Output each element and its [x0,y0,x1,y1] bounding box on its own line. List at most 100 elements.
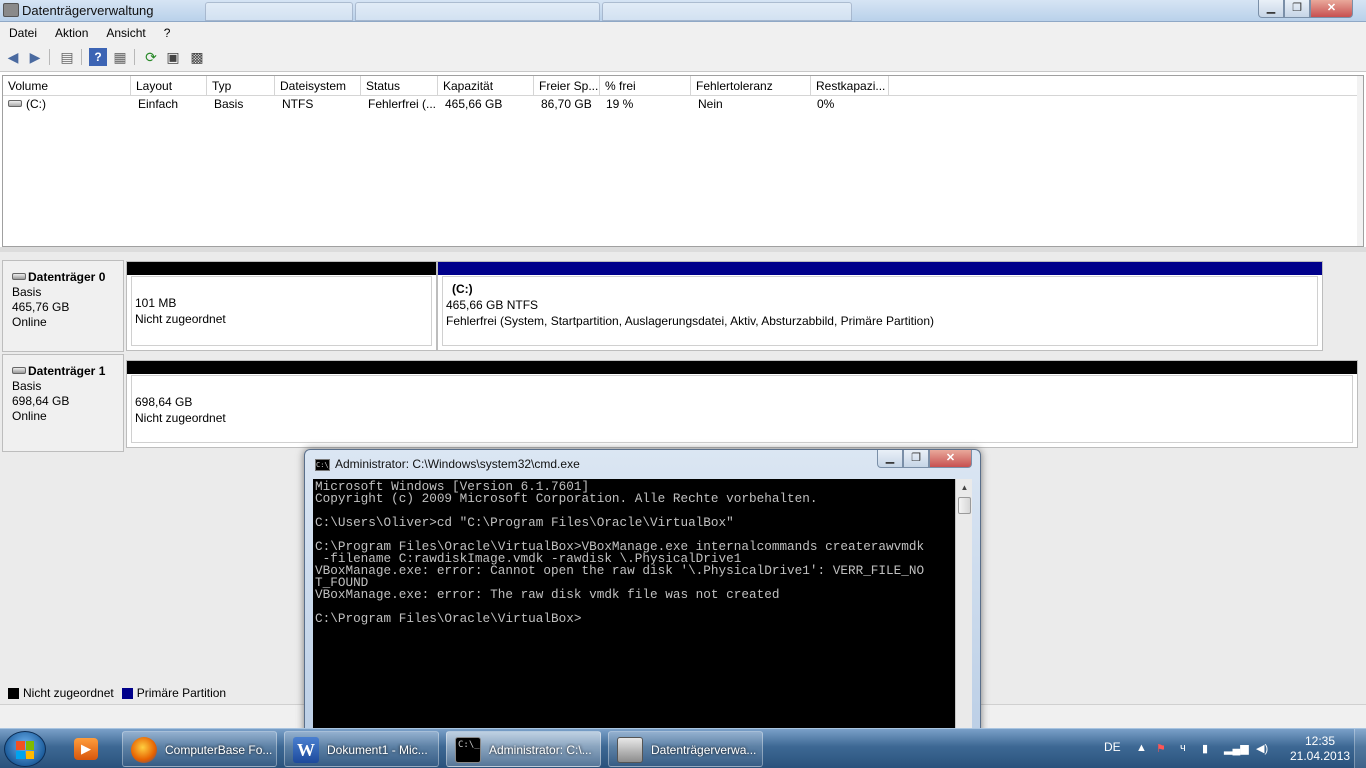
settings-icon[interactable]: ▩ [188,48,206,66]
close-button[interactable]: ✕ [1310,0,1353,18]
table-cell-layout[interactable]: Einfach [133,97,207,111]
cmd-maximize-button[interactable]: ❐ [903,450,929,468]
disk-0-size: 465,76 GB [12,300,70,314]
task-word[interactable]: W Dokument1 - Mic... [284,731,439,767]
disk-0-info[interactable]: Datenträger 0 Basis 465,76 GB Online [2,260,124,352]
column-header-layout[interactable]: Layout [131,76,207,96]
column-header-fehlertoleranz[interactable]: Fehlertoleranz [691,76,811,96]
task-label: Administrator: C:\... [489,743,592,757]
windows-logo-icon [16,741,34,759]
menu-datei[interactable]: Datei [0,26,46,40]
action-center-flag-icon[interactable]: ⚑ [1156,742,1166,755]
column-header-typ[interactable]: Typ [207,76,275,96]
partition-desc: Fehlerfrei (System, Startpartition, Ausl… [446,314,934,328]
console-line: C:\Users\Oliver>cd "C:\Program Files\Ora… [315,515,734,530]
task-firefox[interactable]: ComputerBase Fo... [122,731,277,767]
language-indicator[interactable]: DE [1104,740,1121,754]
legend-swatch-unallocated [8,687,19,699]
task-cmd[interactable]: C:\_ Administrator: C:\... [446,731,601,767]
column-header-status[interactable]: Status [361,76,438,96]
disk-icon [12,273,26,280]
help-icon[interactable]: ? [89,48,107,66]
partition-size: 698,64 GB [135,395,193,409]
table-cell-prozent-frei[interactable]: 19 % [601,97,691,111]
cmd-icon: C:\_ [315,459,333,471]
disk-0-partition-c[interactable]: (C:) 465,66 GB NTFS Fehlerfrei (System, … [437,261,1323,351]
volume-list-scrollbar[interactable] [1357,76,1363,246]
show-desktop-button[interactable] [1354,729,1366,768]
unallocated-color-bar [127,262,436,275]
toolbar: ◀ ▶ ▤ ? ▦ ⟳ ▣ ▩ [0,44,1366,72]
disk-1-size: 698,64 GB [12,394,70,408]
column-header-freier-speicher[interactable]: Freier Sp... [534,76,600,96]
media-player-icon[interactable]: ▶ [66,732,106,766]
background-window-tab [205,2,353,21]
taskbar: ▶ ComputerBase Fo... W Dokument1 - Mic..… [0,728,1366,768]
menu-aktion[interactable]: Aktion [46,26,97,40]
partition-details: 101 MB Nicht zugeordnet [131,276,432,346]
maximize-button[interactable]: ❐ [1284,0,1310,18]
column-header-kapazitaet[interactable]: Kapazität [438,76,534,96]
scroll-up-icon[interactable]: ▲ [957,480,972,495]
disk-1-info[interactable]: Datenträger 1 Basis 698,64 GB Online [2,354,124,452]
disk-0-name: Datenträger 0 [28,270,106,284]
wifi-signal-icon[interactable]: ▂▄▆ [1224,742,1249,755]
console-line: C:\Program Files\Oracle\VirtualBox> [315,611,582,626]
show-hidden-icons-icon[interactable]: ▲ [1136,742,1147,754]
toolbar-separator [49,49,50,65]
cmd-window[interactable]: C:\_ Administrator: C:\Windows\system32\… [304,449,981,735]
console-scrollbar[interactable]: ▲ [955,479,972,735]
disk-1-state: Online [12,409,47,423]
menu-help[interactable]: ? [155,26,180,40]
unallocated-color-bar [127,361,1357,374]
back-arrow-icon[interactable]: ◀ [4,48,22,66]
cmd-icon: C:\_ [455,737,481,763]
toolbar-separator [81,49,82,65]
scroll-thumb[interactable] [958,497,971,514]
column-header-prozent-frei[interactable]: % frei [600,76,691,96]
start-button[interactable] [4,731,46,767]
table-cell-typ[interactable]: Basis [209,97,275,111]
partition-details: (C:) 465,66 GB NTFS Fehlerfrei (System, … [442,276,1318,346]
table-cell-status[interactable]: Fehlerfrei (... [363,97,438,111]
forward-arrow-icon[interactable]: ▶ [26,48,44,66]
network-adapter-icon[interactable]: ч [1180,742,1186,754]
legend-swatch-primary [121,687,133,699]
table-cell-freier-speicher[interactable]: 86,70 GB [536,97,600,111]
toolbar-separator [134,49,135,65]
column-header-dateisystem[interactable]: Dateisystem [275,76,361,96]
column-header-volume[interactable]: Volume [3,76,131,96]
legend-label-primary: Primäre Partition [136,686,227,700]
cmd-close-button[interactable]: ✕ [929,450,972,468]
volume-icon[interactable]: ◀) [1256,742,1268,755]
window-controls: ▁ ❐ ✕ [1258,0,1353,19]
rescan-icon[interactable]: ▣ [164,48,182,66]
console-line: VBoxManage.exe: error: Cannot open the r… [315,563,925,578]
list-icon[interactable]: ▦ [111,48,129,66]
table-cell-volume[interactable]: (C:) [3,97,131,111]
table-cell-restkapazitaet[interactable]: 0% [812,97,889,111]
refresh-icon[interactable]: ⟳ [142,48,160,66]
partition-details: 698,64 GB Nicht zugeordnet [131,375,1353,443]
task-disk-management[interactable]: Datenträgerverwa... [608,731,763,767]
menu-bar: Datei Aktion Ansicht ? [0,22,1366,44]
cmd-minimize-button[interactable]: ▁ [877,450,903,468]
minimize-button[interactable]: ▁ [1258,0,1284,18]
clock[interactable]: 12:35 21.04.2013 [1290,734,1350,764]
table-cell-fehlertoleranz[interactable]: Nein [693,97,811,111]
column-header-restkapazitaet[interactable]: Restkapazi... [811,76,889,96]
disk-1-partition-unallocated[interactable]: 698,64 GB Nicht zugeordnet [126,360,1358,448]
disk-0-partition-unallocated[interactable]: 101 MB Nicht zugeordnet [126,261,437,351]
console-output[interactable]: Microsoft Windows [Version 6.1.7601] Copy… [313,479,955,735]
table-cell-dateisystem[interactable]: NTFS [277,97,361,111]
disk-0-type: Basis [12,285,42,299]
word-icon: W [293,737,319,763]
menu-ansicht[interactable]: Ansicht [97,26,154,40]
partition-desc: Nicht zugeordnet [135,312,226,326]
battery-icon[interactable]: ▮ [1202,742,1208,755]
properties-icon[interactable]: ▤ [58,48,76,66]
partition-size: 465,66 GB NTFS [446,298,539,312]
table-cell-kapazitaet[interactable]: 465,66 GB [440,97,534,111]
partition-size: 101 MB [135,296,177,310]
console-line: VBoxManage.exe: error: The raw disk vmdk… [315,587,780,602]
